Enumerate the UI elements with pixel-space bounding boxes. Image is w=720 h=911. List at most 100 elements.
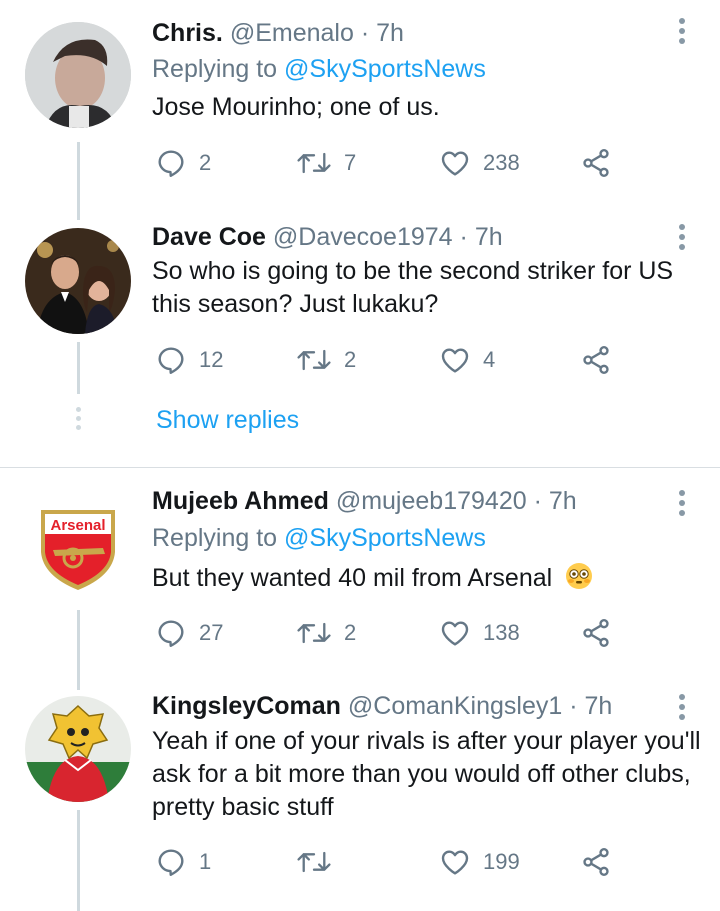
like-button[interactable]: 138 [439, 613, 520, 653]
retweet-icon [297, 851, 331, 873]
tweet-2[interactable]: Dave Coe @Davecoe1974 · 7h So who is goi… [0, 198, 720, 465]
tweet-actions: 1 199 [152, 842, 622, 882]
retweet-icon [297, 349, 331, 371]
share-icon [583, 619, 609, 647]
tweet-text: But they wanted 40 mil from Arsenal [152, 562, 707, 595]
avatar-dave-coe[interactable] [25, 228, 131, 334]
retweet-button[interactable]: 7 [296, 143, 356, 183]
mention-link[interactable]: @SkySportsNews [284, 524, 486, 552]
mention-link[interactable]: @SkySportsNews [284, 55, 486, 83]
tweet-text-body: But they wanted 40 mil from Arsenal [152, 564, 553, 592]
replying-prefix: Replying to [152, 55, 285, 83]
arsenal-logo-text: Arsenal [50, 517, 105, 534]
replying-to: Replying to @SkySportsNews [152, 54, 486, 84]
thread-line [77, 610, 80, 670]
thread-line [77, 342, 80, 394]
like-button[interactable]: 238 [439, 143, 520, 183]
reply-count: 27 [199, 620, 224, 645]
tweet-4[interactable]: KingsleyComan @ComanKingsley1 · 7h Yeah … [0, 666, 720, 911]
like-count: 138 [483, 620, 520, 645]
display-name[interactable]: Chris. [152, 19, 223, 47]
user-handle[interactable]: @ComanKingsley1 [348, 692, 562, 720]
retweet-count: 7 [344, 150, 357, 175]
like-icon [441, 348, 469, 373]
tweet-header: Mujeeb Ahmed @mujeeb179420 · 7h [152, 486, 577, 516]
display-name[interactable]: KingsleyComan [152, 692, 341, 720]
thread-line [77, 666, 80, 690]
like-icon [441, 621, 469, 646]
separator: · [569, 692, 578, 720]
like-button[interactable]: 4 [439, 340, 495, 380]
display-name[interactable]: Dave Coe [152, 223, 266, 251]
reply-button[interactable]: 2 [155, 143, 211, 183]
tweet-header: Dave Coe @Davecoe1974 · 7h [152, 222, 503, 252]
share-icon [583, 346, 609, 374]
tweet-text: Jose Mourinho; one of us. [152, 93, 440, 121]
display-name[interactable]: Mujeeb Ahmed [152, 487, 329, 515]
retweet-count: 2 [344, 620, 357, 645]
tweet-text: So who is going to be the second striker… [152, 257, 674, 318]
timestamp[interactable]: 7h [585, 692, 613, 720]
replying-prefix: Replying to [152, 524, 285, 552]
more-icon[interactable] [678, 224, 686, 254]
reply-button[interactable]: 27 [155, 613, 223, 653]
retweet-icon [297, 152, 331, 174]
thread-dots [76, 407, 81, 434]
thread-line [77, 142, 80, 202]
show-replies-link[interactable]: Show replies [156, 406, 299, 435]
more-icon[interactable] [678, 694, 686, 724]
reply-icon [158, 347, 184, 374]
tweet-text: Yeah if one of your rivals is after your… [152, 727, 701, 821]
like-icon [441, 151, 469, 176]
reply-button[interactable]: 12 [155, 340, 223, 380]
retweet-count: 2 [344, 347, 357, 372]
tweet-actions: 2 7 238 [152, 143, 622, 183]
tweet-1[interactable]: Chris. @Emenalo · 7h Replying to @SkySpo… [0, 0, 720, 202]
user-handle[interactable]: @Emenalo [230, 19, 354, 47]
timestamp[interactable]: 7h [376, 19, 404, 47]
reply-count: 1 [199, 849, 212, 874]
share-icon [583, 848, 609, 876]
reply-icon [158, 150, 184, 177]
separator: · [459, 223, 468, 251]
like-count: 4 [483, 347, 496, 372]
tweet-actions: 12 2 4 [152, 340, 622, 380]
retweet-button[interactable]: 2 [296, 613, 356, 653]
tweet-actions: 27 2 138 [152, 613, 622, 653]
retweet-button[interactable]: 2 [296, 340, 356, 380]
avatar-chris[interactable] [25, 22, 131, 128]
reply-button[interactable]: 1 [155, 842, 211, 882]
avatar-mujeeb-ahmed[interactable]: Arsenal [25, 490, 131, 596]
replying-to: Replying to @SkySportsNews [152, 523, 486, 553]
separator: · [533, 487, 542, 515]
reply-icon [158, 849, 184, 876]
like-button[interactable]: 199 [439, 842, 520, 882]
like-count: 199 [483, 849, 520, 874]
timestamp[interactable]: 7h [475, 223, 503, 251]
share-button[interactable] [580, 340, 612, 380]
like-count: 238 [483, 150, 520, 175]
reply-icon [158, 620, 184, 647]
separator: · [360, 19, 370, 47]
reply-count: 12 [199, 347, 224, 372]
retweet-icon [297, 622, 331, 644]
share-button[interactable] [580, 613, 612, 653]
user-handle[interactable]: @Davecoe1974 [273, 223, 453, 251]
share-button[interactable] [580, 143, 612, 183]
reply-count: 2 [199, 150, 212, 175]
tweet-3[interactable]: Arsenal Mujeeb Ahmed @mujeeb179420 · 7h … [0, 468, 720, 670]
tweet-header: Chris. @Emenalo · 7h [152, 18, 404, 48]
thread-line [77, 198, 80, 220]
share-icon [583, 149, 609, 177]
avatar-kingsleycoman[interactable] [25, 696, 131, 802]
tweet-header: KingsleyComan @ComanKingsley1 · 7h [152, 691, 612, 721]
share-button[interactable] [580, 842, 612, 882]
thread-line [77, 810, 80, 911]
user-handle[interactable]: @mujeeb179420 [336, 487, 527, 515]
more-icon[interactable] [678, 18, 686, 48]
flushed-face-emoji-icon [566, 563, 593, 589]
timestamp[interactable]: 7h [549, 487, 577, 515]
like-icon [441, 850, 469, 875]
retweet-button[interactable] [296, 842, 344, 882]
more-icon[interactable] [678, 490, 686, 520]
